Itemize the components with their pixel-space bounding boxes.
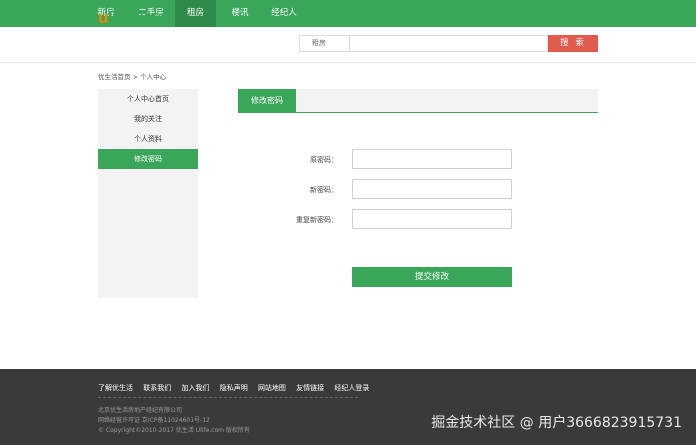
- footer-link-contact[interactable]: 联系我们: [143, 384, 171, 392]
- confirm-password-field[interactable]: [352, 209, 512, 229]
- watermark: 掘金技术社区 @ 用户3666823915731: [431, 415, 682, 431]
- footer-link-privacy[interactable]: 隐私声明: [220, 384, 248, 392]
- footer-link-about[interactable]: 了解优生活: [98, 384, 133, 392]
- old-password-label: 原密码：: [310, 156, 338, 164]
- footer-link-sitemap[interactable]: 网站地图: [258, 384, 286, 392]
- nav-item-rent[interactable]: 租房: [175, 0, 216, 27]
- logo-brand: ulife: [98, 8, 131, 27]
- nav-item-agent[interactable]: 经纪人: [263, 0, 305, 27]
- footer-links: 了解优生活 联系我们 加入我们 隐私声明 网站地图 友情链接 经纪人登录: [98, 383, 377, 393]
- site-logo[interactable]: ulife优生活: [98, 8, 166, 27]
- footer-link-agent-login[interactable]: 经纪人登录: [334, 384, 369, 392]
- footer-company: 北京优生活房地产经纪有限公司: [98, 407, 183, 414]
- panel-header: 修改密码: [238, 89, 598, 113]
- confirm-password-label: 重复新密码：: [296, 216, 338, 224]
- footer-copyright: © Copyright©2010-2017 优生活 Ulife.com 版权所有: [98, 427, 250, 434]
- sidebar-item-profile[interactable]: 个人资料: [98, 129, 198, 149]
- panel-title: 修改密码: [238, 89, 296, 112]
- breadcrumb[interactable]: 优生活首页 > 个人中心: [98, 71, 166, 81]
- search-input[interactable]: [349, 35, 548, 52]
- sidebar: 个人中心首页 我的关注 个人资料 修改密码: [98, 89, 198, 298]
- nav-item-news[interactable]: 楼讯: [220, 0, 260, 27]
- logo-cn: 优生活: [131, 12, 166, 26]
- new-password-label: 新密码：: [310, 186, 338, 194]
- search-category-select[interactable]: 租房: [299, 35, 349, 52]
- search-button[interactable]: 搜 索: [548, 35, 598, 52]
- new-password-field[interactable]: [352, 179, 512, 199]
- footer-link-friends[interactable]: 友情链接: [296, 384, 324, 392]
- old-password-field[interactable]: [352, 149, 512, 169]
- submit-button[interactable]: 提交修改: [352, 267, 512, 287]
- sidebar-item-home[interactable]: 个人中心首页: [98, 89, 198, 109]
- footer-license: 网络经营许可证 京ICP备11024601号-12: [98, 417, 210, 424]
- footer-divider: [98, 397, 358, 398]
- sidebar-item-change-password[interactable]: 修改密码: [98, 149, 198, 169]
- sidebar-item-follows[interactable]: 我的关注: [98, 109, 198, 129]
- footer-link-join[interactable]: 加入我们: [181, 384, 209, 392]
